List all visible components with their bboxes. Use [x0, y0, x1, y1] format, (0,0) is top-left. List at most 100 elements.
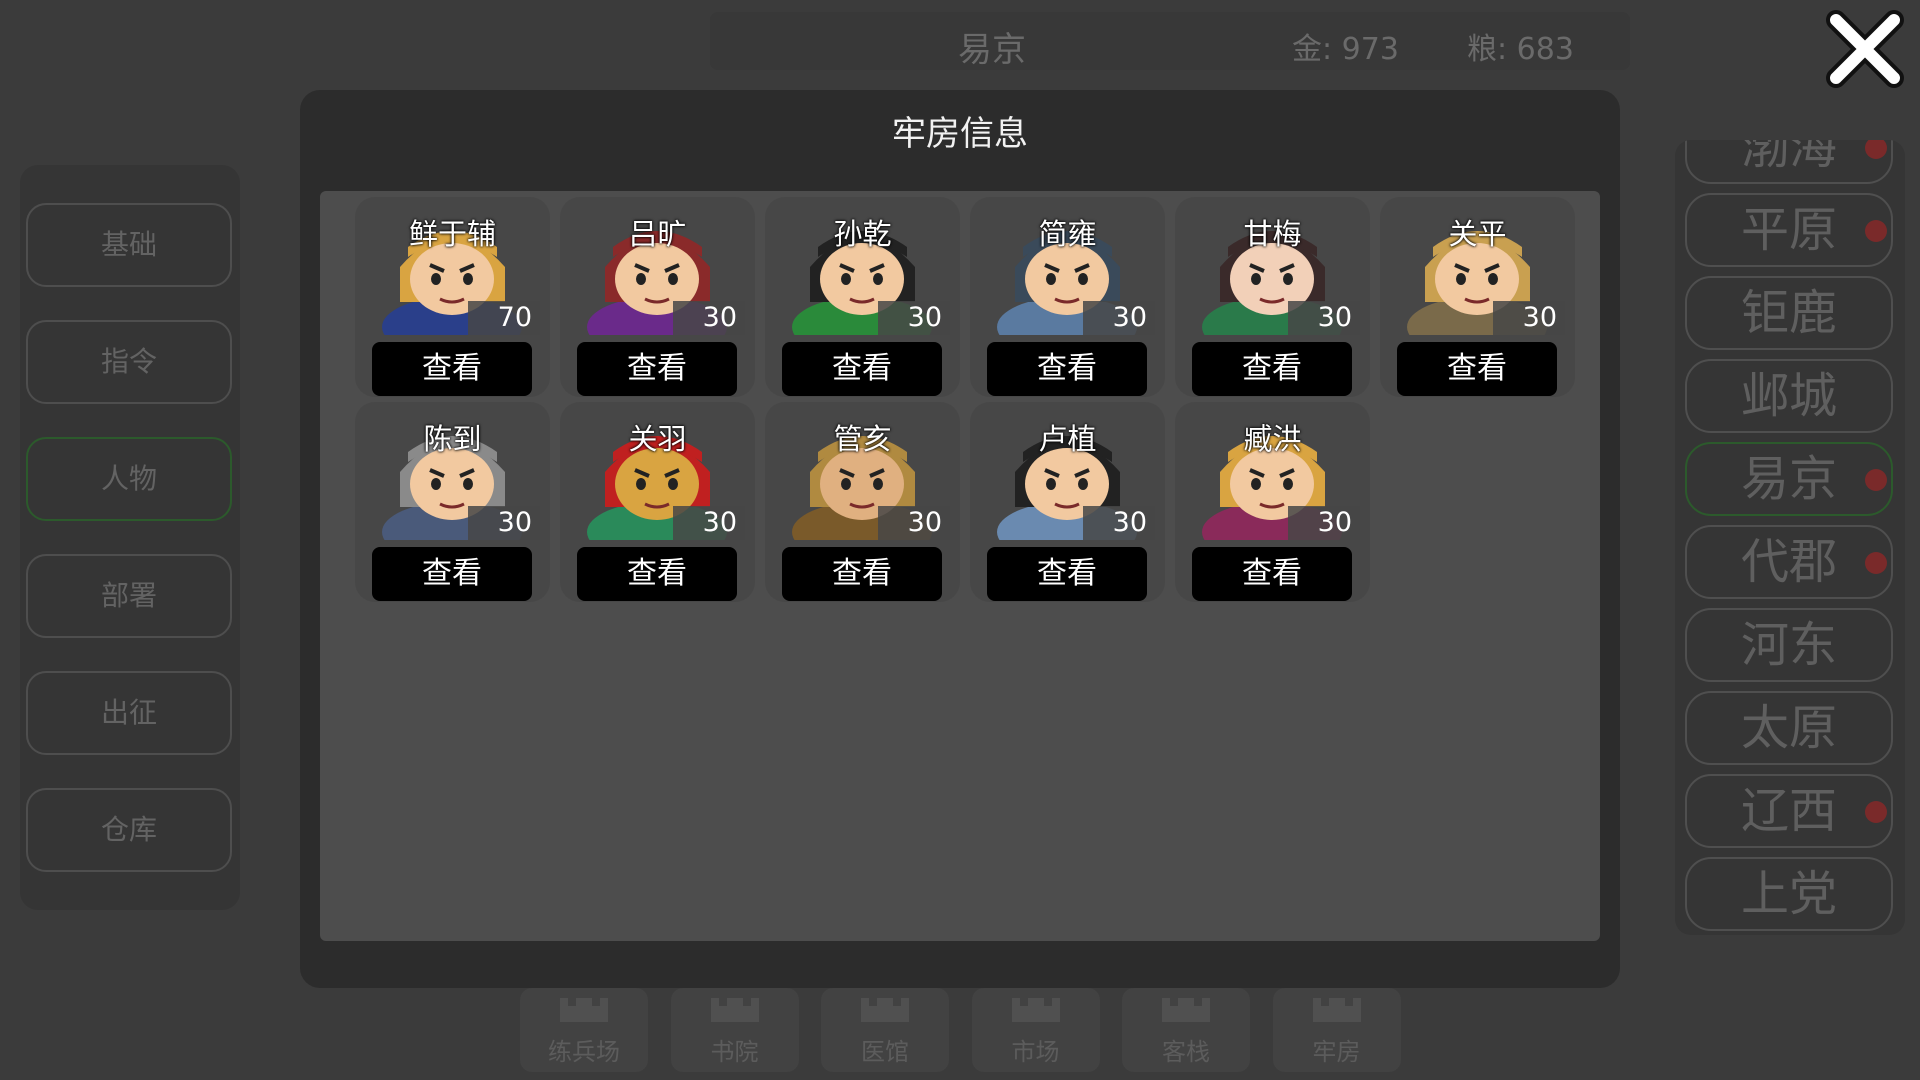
city-name: 代郡: [1740, 534, 1837, 590]
view-button[interactable]: 查看: [1192, 342, 1352, 396]
building-icon: [710, 992, 759, 1022]
menu-button[interactable]: 仓库: [26, 788, 232, 872]
building-label: 客栈: [1162, 1038, 1210, 1066]
general-name: 卢植: [1038, 422, 1097, 456]
alert-dot: [1865, 469, 1887, 491]
general-name: 关羽: [628, 422, 687, 456]
city-item[interactable]: 邺城: [1685, 359, 1893, 433]
prisoner-card: 甘梅 30 查看: [1175, 197, 1370, 397]
city-item[interactable]: 辽西: [1685, 774, 1893, 848]
building-icon: [1312, 992, 1361, 1022]
view-button[interactable]: 查看: [577, 547, 737, 601]
general-level: 30: [1288, 301, 1360, 335]
city-name: 上党: [1740, 866, 1837, 922]
building-button[interactable]: 牢房: [1272, 988, 1401, 1072]
general-level: 30: [1083, 301, 1155, 335]
left-menu: 基础指令人物部署出征仓库: [20, 165, 240, 910]
city-name: 河东: [1740, 617, 1837, 673]
building-label: 牢房: [1312, 1038, 1361, 1066]
general-level: 30: [1493, 301, 1565, 335]
city-item[interactable]: 易京: [1685, 442, 1893, 516]
prisoner-card: 关平 30 查看: [1380, 197, 1575, 397]
view-button[interactable]: 查看: [987, 547, 1147, 601]
building-button[interactable]: 客栈: [1122, 988, 1250, 1072]
general-level: 70: [468, 301, 540, 335]
city-item[interactable]: 渤海: [1685, 140, 1893, 184]
city-name: 太原: [1740, 700, 1837, 756]
general-name: 陈到: [423, 422, 482, 456]
city-name: 邺城: [1740, 368, 1837, 424]
building-icon: [560, 992, 608, 1022]
prisoner-card: 鲜于辅 70 查看: [355, 197, 550, 397]
top-bar: 易京 金: 973 粮: 683: [710, 12, 1630, 70]
prisoner-grid: 鲜于辅 70 查看 吕旷 30 查看 孙乾 30 查看 简雍 30 查看 甘梅 30 查看 关平 30 查看 陈到 3…: [320, 191, 1600, 941]
current-city-name: 易京: [958, 30, 1026, 70]
city-name: 平原: [1740, 202, 1837, 258]
building-label: 市场: [1011, 1038, 1060, 1066]
prison-info-dialog: 牢房信息 鲜于辅 70 查看 吕旷 30 查看 孙乾 30 查看 简雍 30 查看 甘梅 30 查看 关平 30…: [300, 90, 1620, 988]
building-icon: [1011, 992, 1060, 1022]
gold-counter: 金: 973: [1292, 32, 1399, 67]
city-list[interactable]: 渤海平原钜鹿邺城易京代郡河东太原辽西上党: [1675, 140, 1905, 935]
city-item[interactable]: 平原: [1685, 193, 1893, 267]
prisoner-card: 吕旷 30 查看: [560, 197, 755, 397]
general-level: 30: [878, 506, 950, 540]
general-name: 吕旷: [628, 217, 687, 251]
city-name: 易京: [1740, 451, 1837, 507]
city-item[interactable]: 钜鹿: [1685, 276, 1893, 350]
view-button[interactable]: 查看: [372, 342, 532, 396]
view-button[interactable]: 查看: [372, 547, 532, 601]
alert-dot: [1865, 552, 1887, 574]
general-name: 管亥: [833, 422, 892, 456]
menu-button[interactable]: 人物: [26, 437, 232, 521]
prisoner-card: 卢植 30 查看: [970, 402, 1165, 602]
general-level: 30: [878, 301, 950, 335]
alert-dot: [1865, 220, 1887, 242]
view-button[interactable]: 查看: [782, 547, 942, 601]
building-button[interactable]: 市场: [971, 988, 1100, 1072]
view-button[interactable]: 查看: [782, 342, 942, 396]
view-button[interactable]: 查看: [1192, 547, 1352, 601]
menu-button[interactable]: 指令: [26, 320, 232, 404]
city-name: 渤海: [1740, 140, 1837, 175]
building-label: 医馆: [861, 1038, 909, 1066]
general-level: 30: [1288, 506, 1360, 540]
general-name: 甘梅: [1243, 217, 1302, 251]
view-button[interactable]: 查看: [577, 342, 737, 396]
prisoner-card: 简雍 30 查看: [970, 197, 1165, 397]
prisoner-card: 臧洪 30 查看: [1175, 402, 1370, 602]
close-icon[interactable]: [1826, 10, 1904, 88]
general-name: 简雍: [1038, 217, 1097, 251]
menu-button[interactable]: 部署: [26, 554, 232, 638]
menu-button[interactable]: 出征: [26, 671, 232, 755]
general-name: 孙乾: [833, 217, 892, 251]
city-item[interactable]: 上党: [1685, 857, 1893, 931]
city-item[interactable]: 河东: [1685, 608, 1893, 682]
building-icon: [861, 992, 909, 1022]
general-name: 鲜于辅: [408, 217, 496, 251]
city-item[interactable]: 代郡: [1685, 525, 1893, 599]
grain-counter: 粮: 683: [1467, 32, 1574, 67]
general-name: 臧洪: [1243, 422, 1302, 456]
city-name: 钜鹿: [1740, 285, 1837, 341]
building-button[interactable]: 医馆: [821, 988, 949, 1072]
city-name: 辽西: [1740, 783, 1837, 839]
building-label: 书院: [710, 1038, 759, 1066]
prisoner-card: 孙乾 30 查看: [765, 197, 960, 397]
building-button[interactable]: 练兵场: [520, 988, 648, 1072]
prisoner-card: 陈到 30 查看: [355, 402, 550, 602]
building-icon: [1162, 992, 1210, 1022]
city-item[interactable]: 太原: [1685, 691, 1893, 765]
general-level: 30: [673, 301, 745, 335]
building-label: 练兵场: [548, 1038, 620, 1066]
building-button[interactable]: 书院: [670, 988, 799, 1072]
alert-dot: [1865, 140, 1887, 159]
view-button[interactable]: 查看: [987, 342, 1147, 396]
general-level: 30: [1083, 506, 1155, 540]
menu-button[interactable]: 基础: [26, 203, 232, 287]
dialog-title: 牢房信息: [892, 114, 1028, 154]
general-level: 30: [468, 506, 540, 540]
general-name: 关平: [1448, 217, 1507, 251]
view-button[interactable]: 查看: [1397, 342, 1557, 396]
prisoner-card: 关羽 30 查看: [560, 402, 755, 602]
